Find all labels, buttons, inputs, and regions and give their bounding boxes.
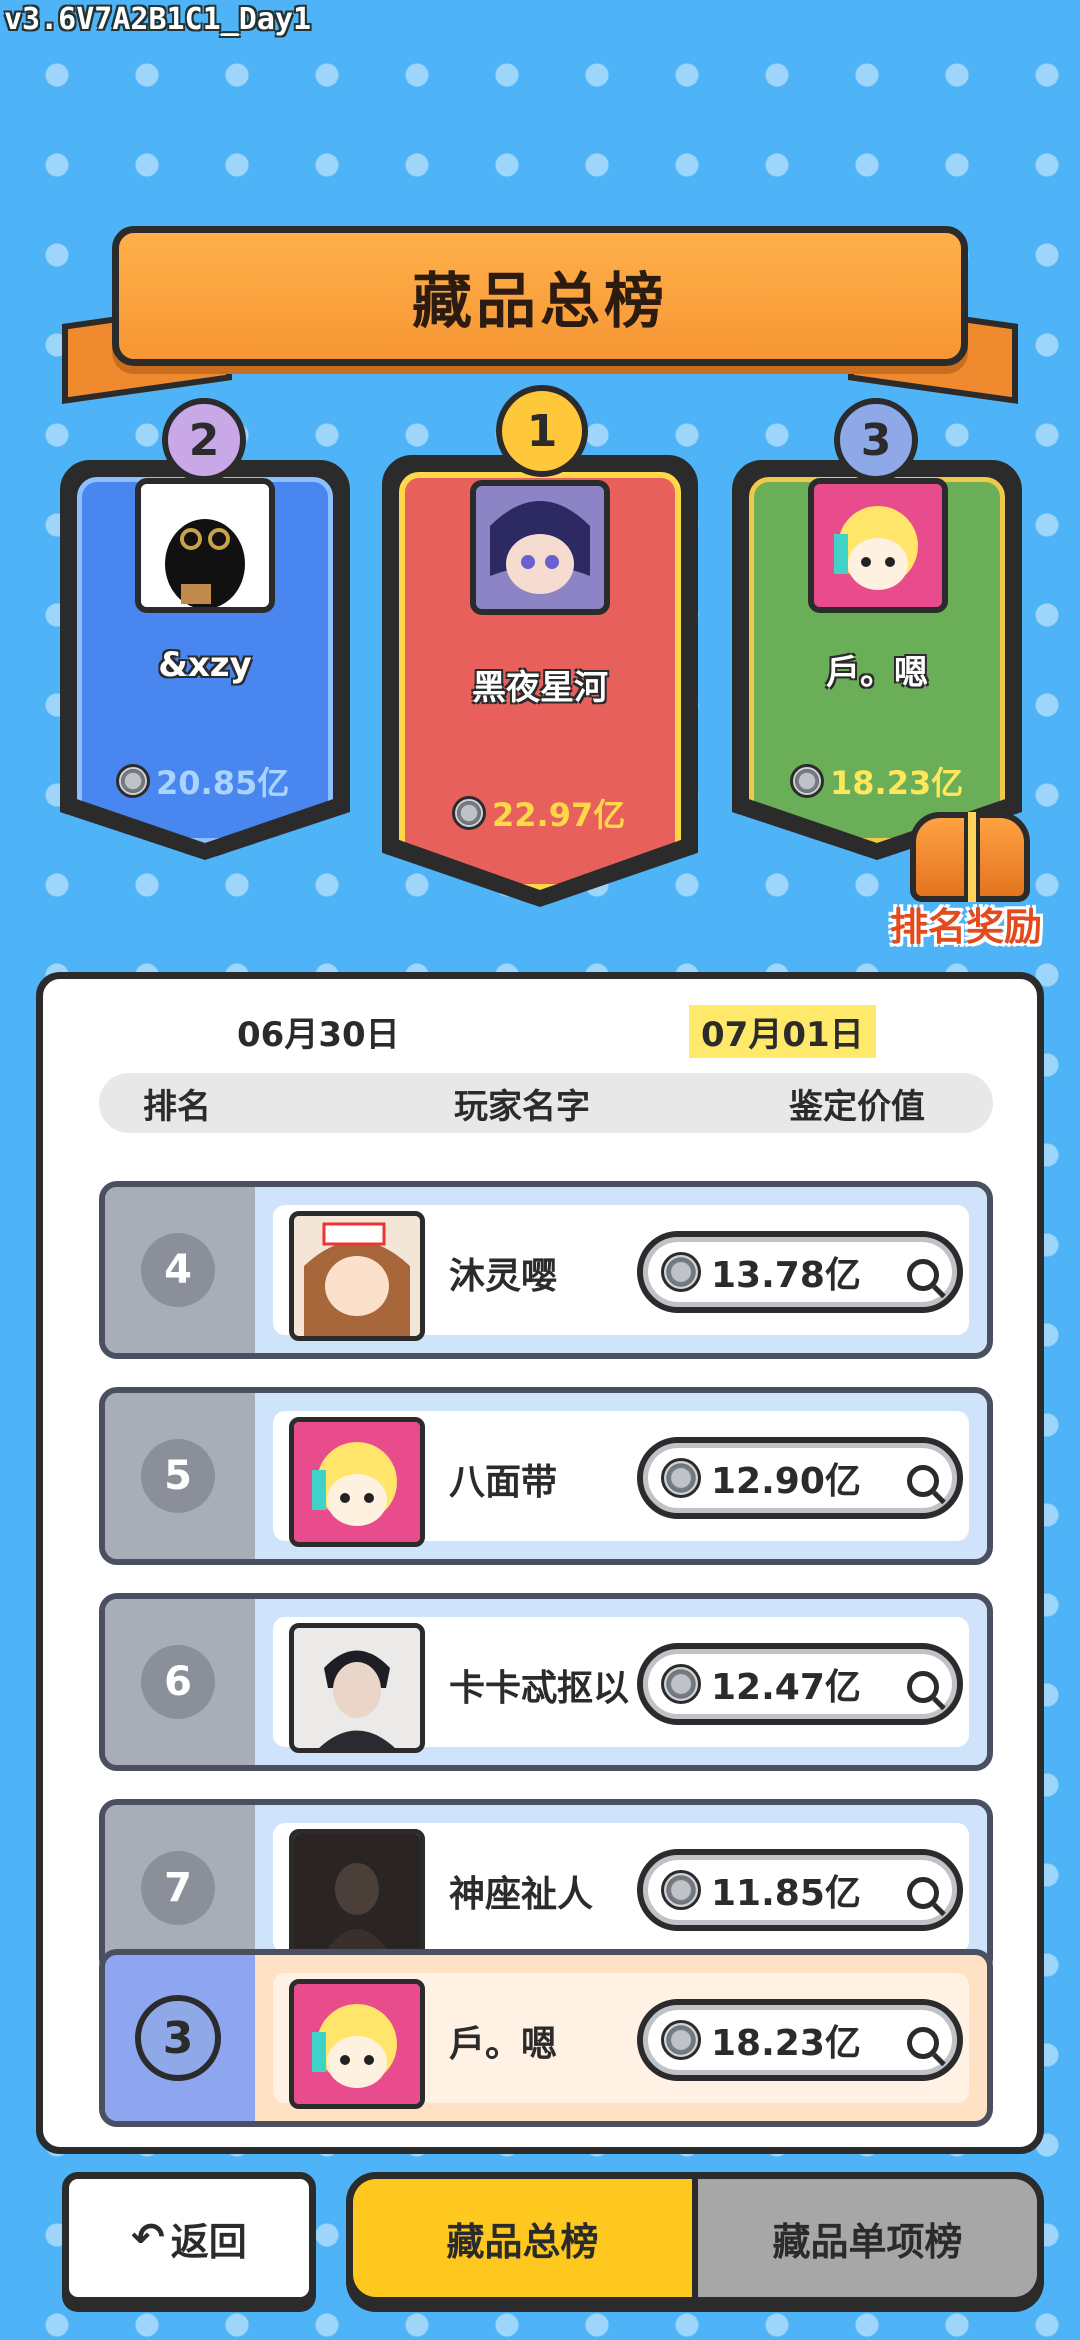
column-header: 排名 玩家名字 鉴定价值 xyxy=(99,1073,993,1133)
table-row[interactable]: 5 八面带 12.90亿 xyxy=(99,1387,993,1565)
player-name: 戶。嗯 xyxy=(449,2024,558,2065)
search-icon[interactable] xyxy=(907,1671,939,1703)
avatar[interactable] xyxy=(289,1979,425,2109)
rank-2-medal-icon: 2 xyxy=(162,398,246,482)
podium-name-rank-1: 黑夜星河 xyxy=(472,668,608,708)
column-rank: 排名 xyxy=(143,1086,211,1127)
podium-name-rank-3: 戶。嗯 xyxy=(826,653,928,693)
rank-3-medal-icon: 3 xyxy=(834,398,918,482)
leaderboard-panel: 06月30日 07月01日 排名 玩家名字 鉴定价值 4 沐灵嘤 13.78亿 … xyxy=(36,972,1044,2154)
column-player-name: 玩家名字 xyxy=(454,1086,590,1127)
player-name: 神座祉人 xyxy=(449,1874,594,1915)
value-text: 12.47亿 xyxy=(711,1667,861,1708)
value-text: 12.90亿 xyxy=(711,1461,861,1502)
podium-value-text: 18.23亿 xyxy=(830,764,964,802)
coin-icon xyxy=(452,796,486,830)
avatar[interactable] xyxy=(289,1829,425,1959)
podium-name-rank-2: &xzy xyxy=(158,645,252,685)
date-tab-previous[interactable]: 06月30日 xyxy=(225,1005,412,1058)
tab-total-collection[interactable]: 藏品总榜 xyxy=(353,2179,698,2297)
coin-icon xyxy=(661,1458,701,1498)
avatar-rank-3[interactable] xyxy=(808,478,948,613)
table-row[interactable]: 4 沐灵嘤 13.78亿 xyxy=(99,1181,993,1359)
search-icon[interactable] xyxy=(907,2027,939,2059)
player-name: 卡卡忒抠以 xyxy=(449,1668,630,1709)
treasure-chest-icon[interactable] xyxy=(910,812,1030,902)
leaderboard-tabs: 藏品总榜 藏品单项榜 xyxy=(346,2172,1044,2304)
podium-value-rank-1: 22.97亿 xyxy=(452,790,625,836)
podium-value-text: 20.85亿 xyxy=(156,764,290,802)
rank-number: 4 xyxy=(141,1233,215,1307)
player-name: 八面带 xyxy=(449,1462,558,1503)
coin-icon xyxy=(116,764,150,798)
search-icon[interactable] xyxy=(907,1465,939,1497)
rank-1-medal-icon: 1 xyxy=(496,385,588,477)
avatar[interactable] xyxy=(289,1417,425,1547)
undo-arrow-icon: ↶ xyxy=(131,2215,165,2261)
table-row[interactable]: 6 卡卡忒抠以 12.47亿 xyxy=(99,1593,993,1771)
my-rank-row[interactable]: 3 戶。嗯 18.23亿 xyxy=(99,1949,993,2127)
rank-number: 6 xyxy=(141,1645,215,1719)
podium-value-rank-2: 20.85亿 xyxy=(116,758,289,804)
reward-label[interactable]: 排名奖励 xyxy=(890,896,1042,951)
back-button[interactable]: ↶ 返回 xyxy=(62,2172,316,2304)
title-banner: 藏品总榜 xyxy=(112,226,968,366)
coin-icon xyxy=(790,764,824,798)
value-text: 11.85亿 xyxy=(711,1873,861,1914)
date-tab-current[interactable]: 07月01日 xyxy=(689,1005,876,1058)
search-icon[interactable] xyxy=(907,1259,939,1291)
coin-icon xyxy=(661,1252,701,1292)
player-name: 沐灵嘤 xyxy=(449,1256,558,1297)
search-icon[interactable] xyxy=(907,1877,939,1909)
rank-3-medal-icon: 3 xyxy=(135,1995,221,2081)
avatar[interactable] xyxy=(289,1623,425,1753)
podium-value-text: 22.97亿 xyxy=(492,796,626,834)
version-label: v3.6V7A2B1C1_Day1 xyxy=(4,2,312,37)
podium-value-rank-3: 18.23亿 xyxy=(790,758,963,804)
value-pill[interactable]: 12.47亿 xyxy=(637,1643,963,1725)
avatar-rank-2[interactable] xyxy=(135,478,275,613)
value-text: 13.78亿 xyxy=(711,1255,861,1296)
value-text: 18.23亿 xyxy=(711,2023,861,2064)
rank-number: 7 xyxy=(141,1851,215,1925)
page-title: 藏品总榜 xyxy=(412,266,668,337)
coin-icon xyxy=(661,2020,701,2060)
avatar[interactable] xyxy=(289,1211,425,1341)
rank-number: 5 xyxy=(141,1439,215,1513)
column-value: 鉴定价值 xyxy=(789,1086,925,1127)
avatar-rank-1[interactable] xyxy=(470,480,610,615)
value-pill[interactable]: 12.90亿 xyxy=(637,1437,963,1519)
coin-icon xyxy=(661,1664,701,1704)
coin-icon xyxy=(661,1870,701,1910)
back-button-label: 返回 xyxy=(170,2219,247,2264)
value-pill[interactable]: 11.85亿 xyxy=(637,1849,963,1931)
value-pill[interactable]: 18.23亿 xyxy=(637,1999,963,2081)
value-pill[interactable]: 13.78亿 xyxy=(637,1231,963,1313)
tab-single-collection[interactable]: 藏品单项榜 xyxy=(698,2179,1037,2297)
